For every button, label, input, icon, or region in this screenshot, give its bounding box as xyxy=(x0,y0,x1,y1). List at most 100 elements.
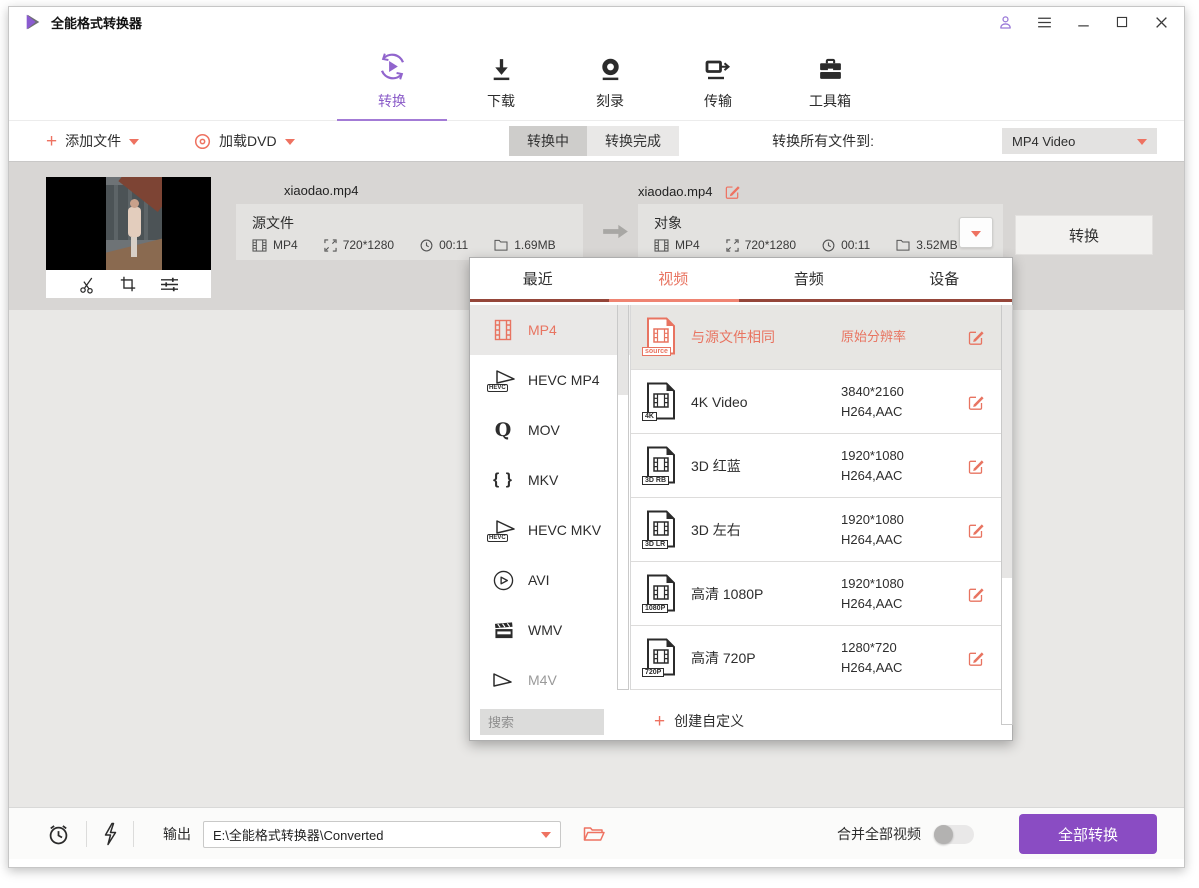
output-format-select[interactable]: MP4 Video xyxy=(1002,128,1157,154)
preset-file-icon: source xyxy=(645,317,677,357)
scrollbar-thumb[interactable] xyxy=(1002,305,1012,578)
preset-name: 3D 红蓝 xyxy=(691,456,741,476)
load-dvd-button[interactable]: 加载DVD xyxy=(194,121,295,161)
effects-sliders-icon[interactable] xyxy=(159,276,180,293)
convert-icon xyxy=(337,49,447,83)
popup-tab-audio[interactable]: 音频 xyxy=(741,258,877,299)
queue-tabs: 转换中 转换完成 xyxy=(509,126,679,156)
preset-panel-scrollbar[interactable] xyxy=(1001,305,1013,725)
tab-convert[interactable]: 转换 xyxy=(337,49,447,121)
format-item-mov[interactable]: Q MOV xyxy=(470,405,630,455)
preset-row-3d-rb[interactable]: 3D RB 3D 红蓝 1920*1080H264,AAC xyxy=(631,434,1001,498)
app-logo-icon xyxy=(24,13,42,31)
preset-badge: 4K xyxy=(642,412,657,421)
popup-tab-recent[interactable]: 最近 xyxy=(470,258,606,299)
format-item-m4v[interactable]: M4V xyxy=(470,655,630,690)
preset-row-4k[interactable]: 4K 4K Video 3840*2160H264,AAC xyxy=(631,370,1001,434)
popup-tab-device[interactable]: 设备 xyxy=(877,258,1013,299)
account-icon[interactable] xyxy=(996,13,1014,31)
tab-burn-label: 刻录 xyxy=(555,91,665,111)
tab-download[interactable]: 下载 xyxy=(446,49,556,121)
tab-download-label: 下载 xyxy=(446,91,556,111)
preset-panel: source 与源文件相同 原始分辨率 4K 4K Video 3840*216… xyxy=(630,305,1001,690)
format-item-hevc-mp4[interactable]: HEVC HEVC MP4 xyxy=(470,355,630,405)
target-info-panel: 对象 MP4 720*1280 00:11 3.52MB xyxy=(638,204,1003,260)
popup-active-underline xyxy=(609,299,739,302)
tab-transfer[interactable]: 传输 xyxy=(663,49,773,121)
edit-preset-icon[interactable] xyxy=(967,521,985,539)
avi-circle-play-icon xyxy=(488,570,518,591)
format-list-scrollbar[interactable] xyxy=(617,305,629,690)
edit-preset-icon[interactable] xyxy=(967,649,985,667)
tab-converted[interactable]: 转换完成 xyxy=(587,126,679,156)
target-resolution: 720*1280 xyxy=(745,238,796,252)
format-list: MP4 HEVC HEVC MP4 Q MOV { } MKV HEVC HEV xyxy=(470,305,630,690)
tab-burn[interactable]: 刻录 xyxy=(555,49,665,121)
format-label: WMV xyxy=(528,622,562,638)
preset-row-source[interactable]: source 与源文件相同 原始分辨率 xyxy=(631,305,1001,370)
tab-toolbox[interactable]: 工具箱 xyxy=(775,49,885,121)
scrollbar-thumb[interactable] xyxy=(618,305,628,395)
high-speed-bolt-icon[interactable] xyxy=(102,822,118,846)
format-item-wmv[interactable]: WMV xyxy=(470,605,630,655)
toggle-knob xyxy=(934,825,953,844)
burn-disc-icon xyxy=(555,49,665,83)
trim-scissors-icon[interactable] xyxy=(78,275,97,294)
output-path-value: E:\全能格式转换器\Converted xyxy=(213,825,384,844)
preset-name: 高清 720P xyxy=(691,648,756,668)
preset-name: 与源文件相同 xyxy=(691,327,775,347)
edit-preset-icon[interactable] xyxy=(967,328,985,346)
target-format-dropdown-button[interactable] xyxy=(959,217,993,248)
divider xyxy=(133,821,134,847)
format-item-hevc-mkv[interactable]: HEVC HEVC MKV xyxy=(470,505,630,555)
format-item-avi[interactable]: AVI xyxy=(470,555,630,605)
convert-all-button[interactable]: 全部转换 xyxy=(1019,814,1157,854)
source-info-panel: 源文件 MP4 720*1280 00:11 1.69MB xyxy=(236,204,583,260)
format-label: MKV xyxy=(528,472,558,488)
open-output-folder-icon[interactable] xyxy=(583,826,605,842)
output-path-select[interactable]: E:\全能格式转换器\Converted xyxy=(203,821,561,848)
preset-file-icon: 4K xyxy=(645,382,677,422)
preset-codec: H264,AAC xyxy=(841,532,902,547)
preset-row-3d-lr[interactable]: 3D LR 3D 左右 1920*1080H264,AAC xyxy=(631,498,1001,562)
app-window: 全能格式转换器 xyxy=(8,6,1185,868)
edit-preset-icon[interactable] xyxy=(967,457,985,475)
add-files-label: 添加文件 xyxy=(65,131,121,151)
preset-row-1080p[interactable]: 1080P 高清 1080P 1920*1080H264,AAC xyxy=(631,562,1001,626)
toolbar: + 添加文件 加载DVD 转换中 转换完成 转换所有文件到: MP4 Video xyxy=(9,121,1184,162)
add-files-caret-icon[interactable] xyxy=(129,139,139,145)
preset-resolution: 1920*1080 xyxy=(841,575,904,590)
source-size: 1.69MB xyxy=(514,238,555,252)
schedule-alarm-icon[interactable] xyxy=(46,822,71,847)
target-panel-title: 对象 xyxy=(654,213,682,233)
quicktime-q-icon: Q xyxy=(488,419,518,441)
load-dvd-caret-icon[interactable] xyxy=(285,139,295,145)
minimize-button[interactable] xyxy=(1074,13,1092,31)
target-size: 3.52MB xyxy=(916,238,957,252)
edit-preset-icon[interactable] xyxy=(967,585,985,603)
format-item-mp4[interactable]: MP4 xyxy=(470,305,630,355)
convert-direction-arrow-icon xyxy=(601,222,630,241)
format-item-mkv[interactable]: { } MKV xyxy=(470,455,630,505)
search-input[interactable] xyxy=(480,709,604,735)
maximize-button[interactable] xyxy=(1113,13,1131,31)
hevc-play-icon: HEVC xyxy=(488,518,518,542)
edit-preset-icon[interactable] xyxy=(967,393,985,411)
tab-converting[interactable]: 转换中 xyxy=(509,126,587,156)
menu-icon[interactable] xyxy=(1035,13,1053,31)
rename-edit-icon[interactable] xyxy=(724,183,741,200)
preset-badge: 3D RB xyxy=(642,476,669,485)
popup-tab-video[interactable]: 视频 xyxy=(606,258,742,299)
create-custom-button[interactable]: + 创建自定义 xyxy=(654,711,744,731)
plus-icon: + xyxy=(46,132,57,151)
preset-row-720p[interactable]: 720P 高清 720P 1280*720H264,AAC xyxy=(631,626,1001,690)
crop-icon[interactable] xyxy=(119,275,137,293)
video-thumbnail[interactable] xyxy=(46,177,211,270)
preset-badge: 720P xyxy=(642,668,664,677)
convert-file-button[interactable]: 转换 xyxy=(1015,215,1153,255)
bottom-bar: 输出 E:\全能格式转换器\Converted 合并全部视频 全部转换 xyxy=(9,807,1184,859)
add-files-button[interactable]: + 添加文件 xyxy=(46,121,139,161)
close-button[interactable] xyxy=(1152,13,1170,31)
merge-videos-toggle[interactable] xyxy=(934,825,974,844)
preset-file-icon: 3D LR xyxy=(645,510,677,550)
